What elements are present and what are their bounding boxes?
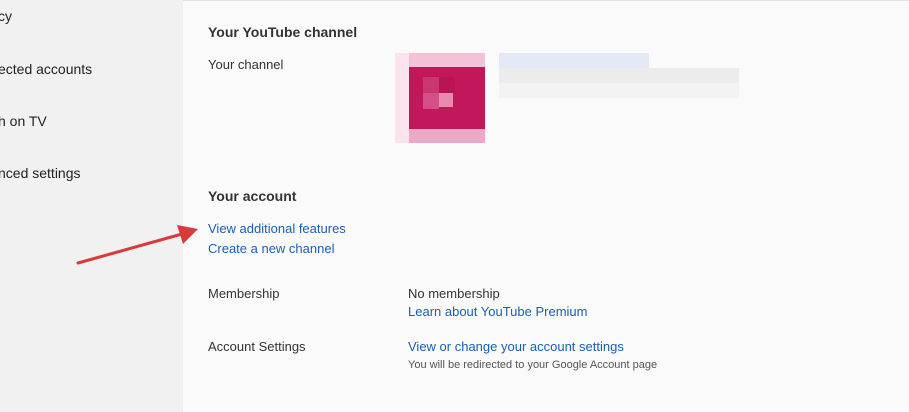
- annotation-arrow-icon: [76, 225, 198, 265]
